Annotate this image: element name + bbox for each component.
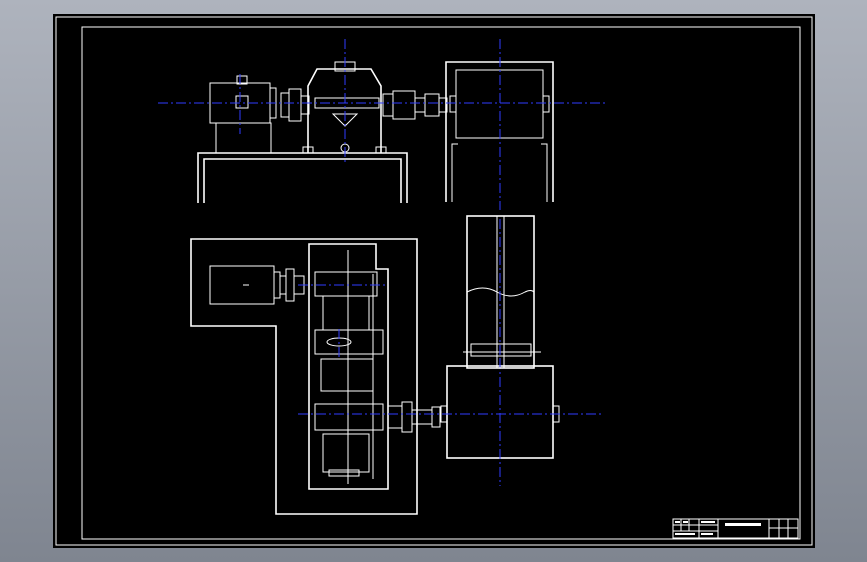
- cad-drawing: [55, 16, 813, 546]
- motor-mount: [215, 122, 272, 154]
- outer-border: [55, 16, 813, 546]
- base-frame: [197, 152, 408, 203]
- top-view: [190, 238, 603, 515]
- drawing-sheet: [53, 14, 815, 548]
- side-flange: [470, 343, 532, 357]
- title-block-heading: [725, 523, 761, 526]
- front-view: [158, 39, 608, 210]
- coupling-right: [392, 90, 416, 120]
- inner-border: [81, 26, 801, 540]
- side-view: [463, 215, 541, 369]
- motor-top: [209, 265, 275, 305]
- coupling-left-a: [280, 92, 290, 118]
- title-block: [672, 518, 799, 539]
